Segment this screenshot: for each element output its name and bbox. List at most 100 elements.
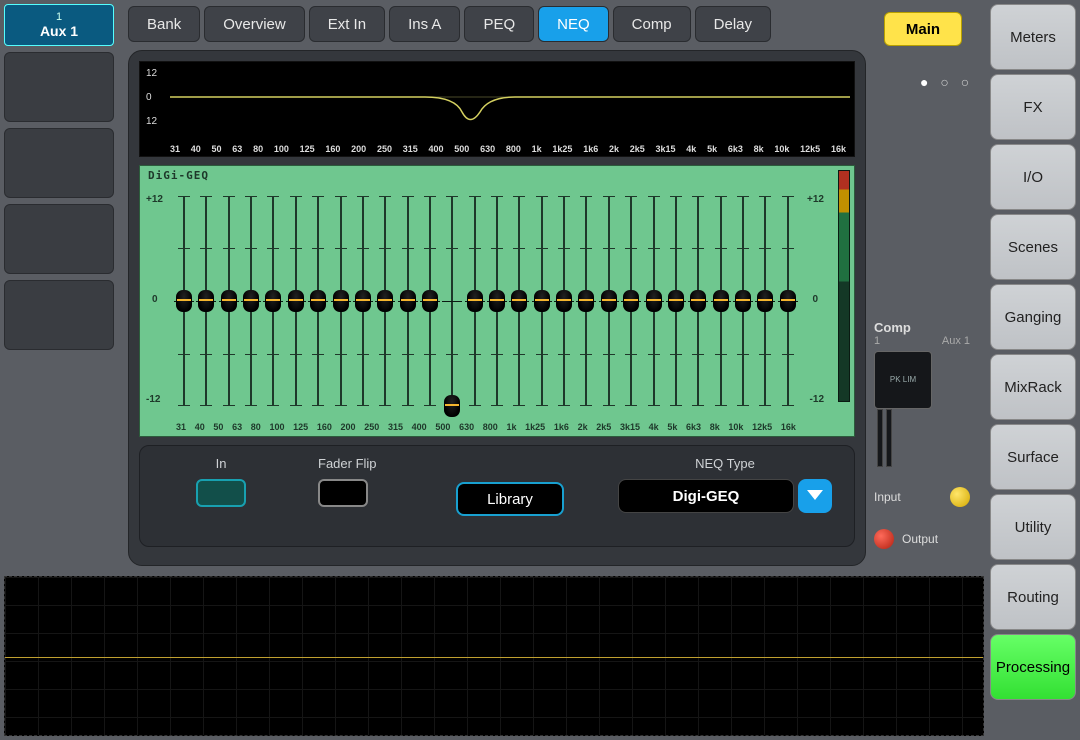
tab-delay[interactable]: Delay xyxy=(695,6,771,42)
geq-fader-200[interactable] xyxy=(355,196,371,406)
freq-label: 8k xyxy=(754,144,764,154)
fader-cap[interactable] xyxy=(310,290,326,312)
fader-cap[interactable] xyxy=(623,290,639,312)
fader-cap[interactable] xyxy=(355,290,371,312)
resp-x-labels: 3140506380100125160200250315400500630800… xyxy=(170,144,846,154)
tab-overview[interactable]: Overview xyxy=(204,6,305,42)
fader-flip-toggle[interactable] xyxy=(318,479,368,507)
geq-fader-40[interactable] xyxy=(198,196,214,406)
fader-cap[interactable] xyxy=(444,395,460,417)
neq-type-group: NEQ Type Digi-GEQ xyxy=(618,456,832,513)
geq-fader-1k[interactable] xyxy=(511,196,527,406)
fader-cap[interactable] xyxy=(467,290,483,312)
fader-cap[interactable] xyxy=(780,290,796,312)
neq-type-value[interactable]: Digi-GEQ xyxy=(618,479,794,513)
menu-meters[interactable]: Meters xyxy=(990,4,1076,70)
fader-cap[interactable] xyxy=(713,290,729,312)
menu-fx[interactable]: FX xyxy=(990,74,1076,140)
in-toggle[interactable] xyxy=(196,479,246,507)
fader-cap[interactable] xyxy=(243,290,259,312)
waveform-view[interactable] xyxy=(4,576,984,736)
tab-ins-a[interactable]: Ins A xyxy=(389,6,460,42)
fader-cap[interactable] xyxy=(198,290,214,312)
fader-flip-label: Fader Flip xyxy=(318,456,377,471)
freq-label: 500 xyxy=(435,422,450,432)
channel-number: 1 xyxy=(56,11,62,23)
menu-ganging[interactable]: Ganging xyxy=(990,284,1076,350)
geq-fader-10k[interactable] xyxy=(735,196,751,406)
neq-type-dropdown[interactable] xyxy=(798,479,832,513)
menu-mixrack[interactable]: MixRack xyxy=(990,354,1076,420)
freq-label: 8k xyxy=(710,422,720,432)
geq-fader-16k[interactable] xyxy=(780,196,796,406)
geq-fader-63[interactable] xyxy=(243,196,259,406)
tab-bank[interactable]: Bank xyxy=(128,6,200,42)
input-knob[interactable] xyxy=(950,487,970,507)
geq-fader-5k[interactable] xyxy=(668,196,684,406)
library-button[interactable]: Library xyxy=(456,482,564,516)
geq-fader-160[interactable] xyxy=(333,196,349,406)
fader-cap[interactable] xyxy=(400,290,416,312)
fader-cap[interactable] xyxy=(690,290,706,312)
geq-gain-mid-l: 0 xyxy=(152,294,158,305)
geq-fader-400[interactable] xyxy=(422,196,438,406)
geq-fader-125[interactable] xyxy=(310,196,326,406)
geq-fader-4k[interactable] xyxy=(646,196,662,406)
geq-fader-1k6[interactable] xyxy=(556,196,572,406)
response-graph[interactable]: 12 0 12 31405063801001251602002503154005… xyxy=(139,61,855,157)
geq-fader-8k[interactable] xyxy=(713,196,729,406)
comp-insert-box[interactable]: PK LIM xyxy=(874,351,932,409)
tab-ext-in[interactable]: Ext In xyxy=(309,6,385,42)
fader-cap[interactable] xyxy=(757,290,773,312)
fader-cap[interactable] xyxy=(422,290,438,312)
geq-gain-bot-r: -12 xyxy=(810,394,824,405)
fader-cap[interactable] xyxy=(601,290,617,312)
menu-utility[interactable]: Utility xyxy=(990,494,1076,560)
fader-cap[interactable] xyxy=(221,290,237,312)
fader-cap[interactable] xyxy=(489,290,505,312)
menu-scenes[interactable]: Scenes xyxy=(990,214,1076,280)
menu-routing[interactable]: Routing xyxy=(990,564,1076,630)
output-knob[interactable] xyxy=(874,529,894,549)
fader-cap[interactable] xyxy=(668,290,684,312)
channel-tile[interactable]: 1 Aux 1 xyxy=(4,4,114,46)
geq-fader-3k15[interactable] xyxy=(623,196,639,406)
freq-label: 6k3 xyxy=(728,144,743,154)
fader-cap[interactable] xyxy=(288,290,304,312)
geq-fader-315[interactable] xyxy=(400,196,416,406)
geq-fader-800[interactable] xyxy=(489,196,505,406)
library-group: Library xyxy=(456,482,564,516)
fader-cap[interactable] xyxy=(556,290,572,312)
geq-fader-80[interactable] xyxy=(265,196,281,406)
menu-processing[interactable]: Processing xyxy=(990,634,1076,700)
tab-comp[interactable]: Comp xyxy=(613,6,691,42)
freq-label: 6k3 xyxy=(686,422,701,432)
geq-fader-12k5[interactable] xyxy=(757,196,773,406)
geq-fader-31[interactable] xyxy=(176,196,192,406)
page-dots[interactable]: ● ○ ○ xyxy=(920,74,973,90)
main-button[interactable]: Main xyxy=(884,12,962,46)
fader-cap[interactable] xyxy=(578,290,594,312)
fader-cap[interactable] xyxy=(265,290,281,312)
fader-cap[interactable] xyxy=(377,290,393,312)
geq-fader-2k5[interactable] xyxy=(601,196,617,406)
geq-fader-250[interactable] xyxy=(377,196,393,406)
fader-cap[interactable] xyxy=(735,290,751,312)
tab-neq[interactable]: NEQ xyxy=(538,6,609,42)
freq-label: 200 xyxy=(341,422,356,432)
fader-cap[interactable] xyxy=(176,290,192,312)
geq-fader-1k25[interactable] xyxy=(534,196,550,406)
geq-fader-100[interactable] xyxy=(288,196,304,406)
fader-cap[interactable] xyxy=(534,290,550,312)
fader-cap[interactable] xyxy=(646,290,662,312)
menu-surface[interactable]: Surface xyxy=(990,424,1076,490)
geq-fader-6k3[interactable] xyxy=(690,196,706,406)
fader-cap[interactable] xyxy=(511,290,527,312)
geq-fader-500[interactable] xyxy=(444,196,460,406)
tab-peq[interactable]: PEQ xyxy=(464,6,534,42)
fader-cap[interactable] xyxy=(333,290,349,312)
geq-fader-630[interactable] xyxy=(467,196,483,406)
geq-fader-50[interactable] xyxy=(221,196,237,406)
geq-fader-2k[interactable] xyxy=(578,196,594,406)
menu-io[interactable]: I/O xyxy=(990,144,1076,210)
